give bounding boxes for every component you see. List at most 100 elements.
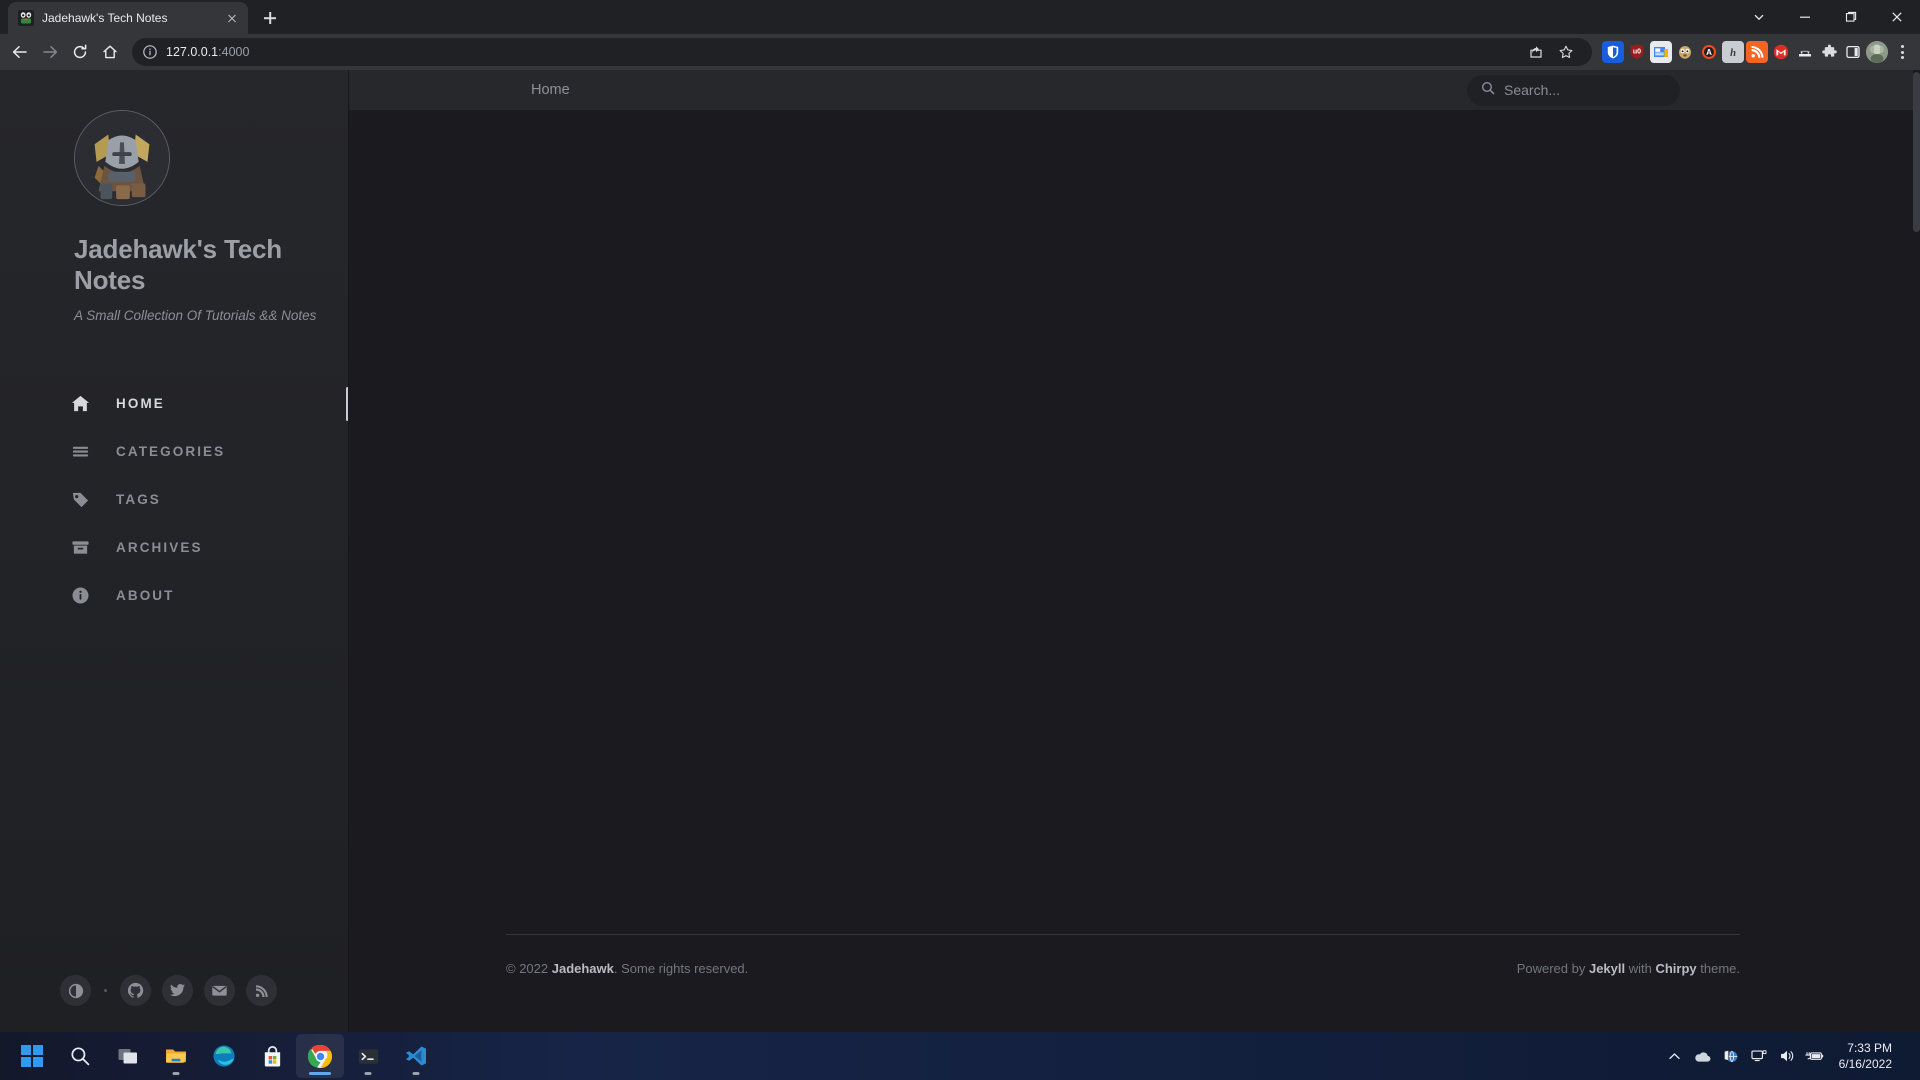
search-icon: [1481, 81, 1495, 100]
network-tray-icon[interactable]: [1717, 1036, 1745, 1076]
microsoft-store-button[interactable]: [248, 1034, 296, 1078]
terminal-button[interactable]: [344, 1034, 392, 1078]
chirpy-link[interactable]: Chirpy: [1655, 961, 1696, 976]
tab-title: Jadehawk's Tech Notes: [42, 11, 216, 25]
bookmark-star-icon[interactable]: [1552, 38, 1580, 66]
tab-search-chevron-down-icon[interactable]: [1736, 0, 1782, 34]
chrome-button[interactable]: [296, 1034, 344, 1078]
clock-date: 6/16/2022: [1839, 1056, 1892, 1072]
footer-notes: © 2022 Jadehawk. Some rights reserved. P…: [506, 935, 1740, 976]
sidebar-item-label: Archives: [116, 540, 203, 555]
taskbar-app-row: [8, 1034, 440, 1078]
forward-arrow-icon[interactable]: [36, 38, 64, 66]
back-arrow-icon[interactable]: [6, 38, 34, 66]
bitwarden-extension-icon[interactable]: [1602, 41, 1624, 63]
show-desktop-button[interactable]: [1900, 1036, 1906, 1076]
incognito-proxy-extension-icon[interactable]: [1794, 41, 1816, 63]
email-link[interactable]: [204, 975, 235, 1006]
powered-prefix: Powered by: [1517, 961, 1589, 976]
display-tray-icon[interactable]: [1745, 1036, 1773, 1076]
theme-toggle-button[interactable]: [60, 975, 91, 1006]
search-input[interactable]: [1504, 82, 1666, 98]
extensions-puzzle-icon[interactable]: [1818, 41, 1840, 63]
magnifier-icon: [69, 1045, 91, 1067]
copyright-author-link[interactable]: Jadehawk: [552, 961, 614, 976]
folder-icon: [164, 1044, 188, 1068]
site-topbar: Home: [349, 70, 1920, 110]
sidebar-item-archives[interactable]: Archives: [0, 524, 349, 572]
rss-link[interactable]: [246, 975, 277, 1006]
battery-tray-icon[interactable]: [1801, 1036, 1829, 1076]
browser-tab[interactable]: Jadehawk's Tech Notes: [8, 2, 248, 34]
address-bar[interactable]: 127.0.0.1:4000: [132, 38, 1592, 66]
sidebar-profile: Jadehawk's Tech Notes A Small Collection…: [0, 70, 349, 326]
post-list-container: [506, 110, 1740, 1032]
scrollbar-thumb[interactable]: [1913, 72, 1920, 232]
honey-extension-icon[interactable]: h: [1722, 41, 1744, 63]
vscode-icon: [404, 1044, 428, 1068]
extension-icons: u0 A h: [1600, 38, 1914, 66]
sidebar-item-categories[interactable]: Categories: [0, 428, 349, 476]
browser-tab-strip: Jadehawk's Tech Notes: [0, 0, 1920, 34]
gmail-checker-extension-icon[interactable]: [1770, 41, 1792, 63]
breadcrumb[interactable]: Home: [531, 82, 570, 98]
home-icon[interactable]: [96, 38, 124, 66]
vscode-button[interactable]: [392, 1034, 440, 1078]
minimize-button[interactable]: [1782, 0, 1828, 34]
maximize-button[interactable]: [1828, 0, 1874, 34]
site-info-icon[interactable]: [142, 44, 158, 60]
sidebar-item-home[interactable]: Home: [0, 380, 349, 428]
sidebar-item-tags[interactable]: Tags: [0, 476, 349, 524]
task-view-button[interactable]: [104, 1034, 152, 1078]
google-news-extension-icon[interactable]: [1650, 41, 1672, 63]
clock-time: 7:33 PM: [1847, 1040, 1892, 1056]
show-hidden-icons-button[interactable]: [1661, 1036, 1689, 1076]
jekyll-link[interactable]: Jekyll: [1589, 961, 1625, 976]
github-link[interactable]: [120, 975, 151, 1006]
new-tab-button[interactable]: [256, 4, 284, 32]
site-subtitle: A Small Collection Of Tutorials && Notes: [74, 307, 319, 325]
site-title: Jadehawk's Tech Notes: [74, 234, 304, 295]
twitter-link[interactable]: [162, 975, 193, 1006]
taskbar-clock[interactable]: 7:33 PM 6/16/2022: [1829, 1040, 1900, 1072]
volume-tray-icon[interactable]: [1773, 1036, 1801, 1076]
page-scrollbar[interactable]: [1913, 70, 1920, 1032]
share-icon[interactable]: [1522, 38, 1550, 66]
sidebar-social-row: [0, 975, 349, 1032]
browser-toolbar: 127.0.0.1:4000 u0: [0, 34, 1920, 70]
three-dot-menu-icon[interactable]: [1890, 38, 1914, 66]
reload-icon[interactable]: [66, 38, 94, 66]
close-window-button[interactable]: [1874, 0, 1920, 34]
edge-icon: [212, 1044, 236, 1068]
tab-close-icon[interactable]: [224, 10, 240, 26]
address-bar-text: 127.0.0.1:4000: [166, 45, 249, 59]
rss-reader-extension-icon[interactable]: [1746, 41, 1768, 63]
copyright-prefix: © 2022: [506, 961, 552, 976]
privacy-badger-extension-icon[interactable]: [1674, 41, 1696, 63]
archive-box-icon: [70, 538, 90, 557]
svg-text:u0: u0: [1633, 49, 1641, 56]
edge-button[interactable]: [200, 1034, 248, 1078]
site-content-area: © 2022 Jadehawk. Some rights reserved. P…: [349, 110, 1920, 1032]
site-footer: © 2022 Jadehawk. Some rights reserved. P…: [506, 934, 1740, 1032]
adblock-extension-icon[interactable]: A: [1698, 41, 1720, 63]
profile-avatar-icon[interactable]: [1866, 41, 1888, 63]
chrome-browser-window: Jadehawk's Tech Notes: [0, 0, 1920, 1032]
file-explorer-button[interactable]: [152, 1034, 200, 1078]
avatar[interactable]: [74, 110, 170, 206]
search-box[interactable]: [1467, 75, 1680, 106]
onedrive-tray-icon[interactable]: [1689, 1036, 1717, 1076]
side-panel-icon[interactable]: [1842, 41, 1864, 63]
mandalorian-avatar-image: [75, 111, 169, 205]
home-icon: [70, 394, 90, 413]
system-tray: 7:33 PM 6/16/2022: [1661, 1036, 1920, 1076]
web-page: Jadehawk's Tech Notes A Small Collection…: [0, 70, 1920, 1032]
sidebar-item-label: Categories: [116, 444, 225, 459]
sidebar-item-label: Tags: [116, 492, 161, 507]
sidebar-item-about[interactable]: About: [0, 572, 349, 620]
site-main: Home © 2022 Jadehawk. Some rights reserv…: [349, 70, 1920, 1032]
search-button[interactable]: [56, 1034, 104, 1078]
social-separator-dot: [104, 989, 107, 992]
ublock-origin-extension-icon[interactable]: u0: [1626, 41, 1648, 63]
start-button[interactable]: [8, 1034, 56, 1078]
